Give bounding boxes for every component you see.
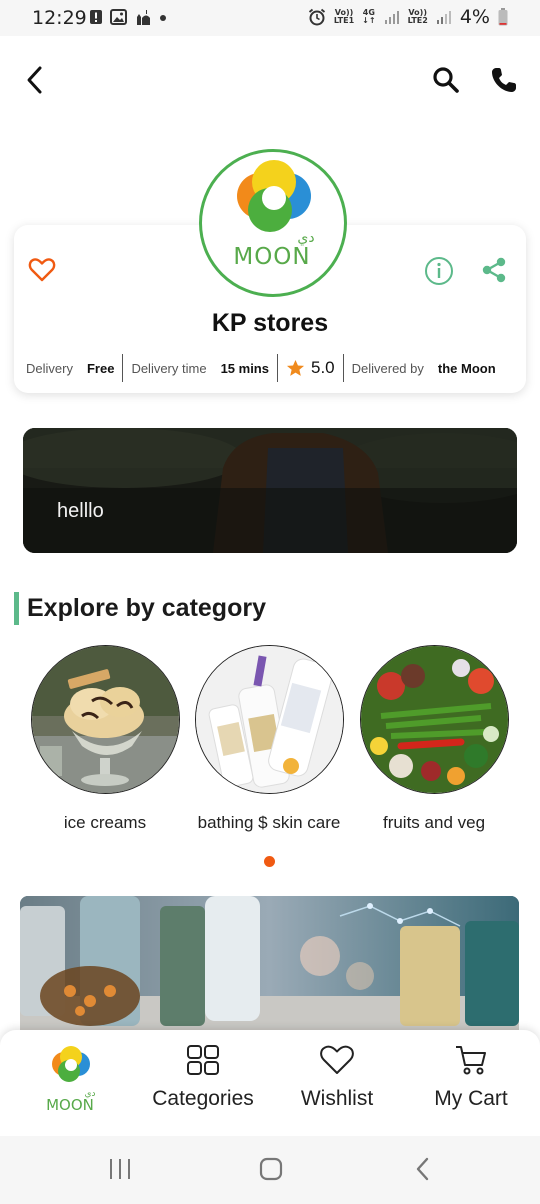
- banner-background-image: [23, 428, 517, 553]
- alert-notification-icon: [90, 10, 102, 24]
- status-bar: 12:29 Vo)) LTE1 4G ↓↑ Vo)) LTE2 4%: [0, 0, 540, 36]
- status-notification-icons: [89, 9, 167, 25]
- section-header: Explore by category: [14, 590, 266, 626]
- favorite-heart-icon[interactable]: [28, 257, 56, 283]
- dot-notification-icon: [160, 15, 166, 21]
- divider: [342, 354, 344, 382]
- cart-icon: [456, 1046, 486, 1075]
- search-button[interactable]: [430, 64, 462, 96]
- delivered-by-label: Delivered by: [351, 360, 424, 376]
- store-logo: MOON دي: [199, 149, 347, 297]
- signal-strength-2-icon: [436, 11, 451, 24]
- info-icon[interactable]: [424, 256, 454, 286]
- categories-grid-icon: [187, 1045, 219, 1075]
- store-page: MOON دي KP stores Delivery Free Delivery…: [0, 36, 540, 1136]
- signal-strength-1-icon: [384, 11, 399, 24]
- category-image: [359, 645, 509, 794]
- star-icon: [286, 359, 305, 376]
- category-label: fruits and veg: [382, 813, 486, 832]
- sim2-indicator: Vo)) LTE2: [407, 8, 428, 25]
- category-ice-creams[interactable]: ice creams: [20, 645, 190, 836]
- vegetables-image: [360, 646, 508, 793]
- store-banner[interactable]: helllo: [23, 428, 517, 553]
- category-image: [194, 645, 344, 794]
- category-fruits-and-veg[interactable]: fruits and veg: [349, 645, 519, 836]
- category-label: bathing $ skin care: [197, 813, 341, 832]
- store-name: KP stores: [211, 309, 329, 337]
- svg-text:دي: دي: [84, 1089, 95, 1099]
- gallery-notification-icon: [110, 9, 127, 25]
- category-bathing-skin-care[interactable]: bathing $ skin care: [184, 645, 354, 836]
- section-accent-bar: [14, 591, 19, 625]
- nav-wishlist[interactable]: Wishlist: [287, 1044, 387, 1111]
- call-button[interactable]: [488, 64, 520, 96]
- delivered-by-value: the Moon: [437, 360, 496, 376]
- delivery-label: Delivery: [26, 360, 73, 376]
- network-type-indicator: 4G ↓↑: [362, 8, 376, 25]
- category-image: [30, 645, 180, 794]
- status-time: 12:29: [32, 7, 87, 29]
- ice-cream-image: [31, 646, 179, 793]
- mosque-notification-icon: [137, 10, 150, 25]
- skin-care-products-image: [195, 646, 343, 793]
- wishlist-heart-icon: [320, 1045, 354, 1074]
- back-button[interactable]: [20, 62, 52, 98]
- bottom-navigation: MOON دي Categories Wishlist My Cart: [0, 1030, 540, 1136]
- recent-apps-button[interactable]: [108, 1158, 132, 1180]
- divider: [276, 354, 278, 382]
- nav-cart[interactable]: My Cart: [421, 1044, 521, 1111]
- top-app-bar: [0, 36, 540, 124]
- battery-percent: 4%: [459, 6, 490, 28]
- moon-logo-icon: MOON دي: [233, 160, 315, 270]
- category-label: ice creams: [63, 813, 147, 832]
- delivery-time-label: Delivery time: [131, 360, 207, 376]
- nav-categories[interactable]: Categories: [143, 1044, 263, 1111]
- home-button[interactable]: [259, 1157, 283, 1181]
- divider: [122, 354, 124, 382]
- alarm-icon: [308, 8, 325, 26]
- section-title: Explore by category: [27, 593, 266, 622]
- nav-home[interactable]: MOON دي: [34, 1044, 106, 1121]
- svg-text:MOON: MOON: [233, 244, 310, 270]
- battery-icon: [498, 8, 508, 26]
- carousel-page-indicator: [264, 856, 275, 867]
- rating-value: 5.0: [310, 358, 335, 377]
- store-meta-row: Delivery Free Delivery time 15 mins 5.0 …: [26, 353, 496, 383]
- system-navigation-bar: [0, 1136, 540, 1204]
- nav-categories-label: Categories: [152, 1087, 254, 1110]
- status-system-icons: Vo)) LTE1 4G ↓↑ Vo)) LTE2 4%: [308, 6, 508, 28]
- back-nav-button[interactable]: [412, 1156, 434, 1182]
- share-icon[interactable]: [480, 256, 508, 284]
- delivery-value: Free: [86, 360, 115, 376]
- sim1-indicator: Vo)) LTE1: [333, 8, 355, 25]
- nav-cart-label: My Cart: [434, 1087, 508, 1110]
- svg-text:دي: دي: [297, 230, 314, 246]
- delivery-time-value: 15 mins: [220, 360, 269, 376]
- nav-wishlist-label: Wishlist: [300, 1087, 374, 1110]
- banner-text: helllo: [57, 500, 104, 522]
- moon-home-logo-icon: MOON دي: [46, 1046, 96, 1114]
